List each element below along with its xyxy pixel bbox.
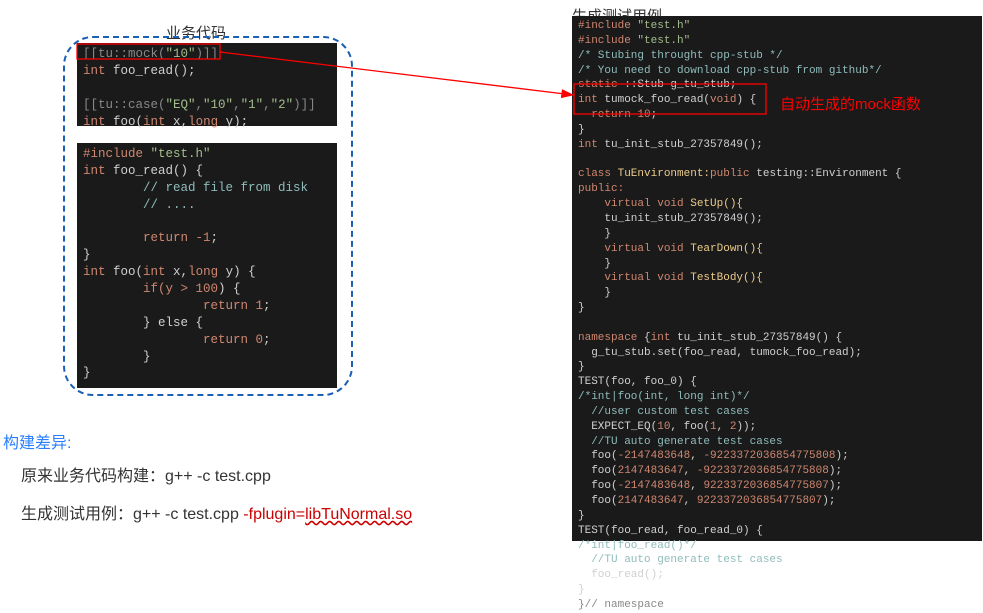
mock-fn-label: 自动生成的mock函数 xyxy=(780,93,921,114)
build-original-line: 原来业务代码构建：g++ -c test.cpp xyxy=(21,462,271,486)
build-generated-line: 生成测试用例：g++ -c test.cpp -fplugin=libTuNor… xyxy=(21,500,412,524)
business-code-impl: #include "test.h" int foo_read() { // re… xyxy=(77,143,337,388)
build-diff-title: 构建差异: xyxy=(3,429,71,453)
business-code-annotations: [[tu::mock("10")]] int foo_read(); [[tu:… xyxy=(77,43,337,126)
